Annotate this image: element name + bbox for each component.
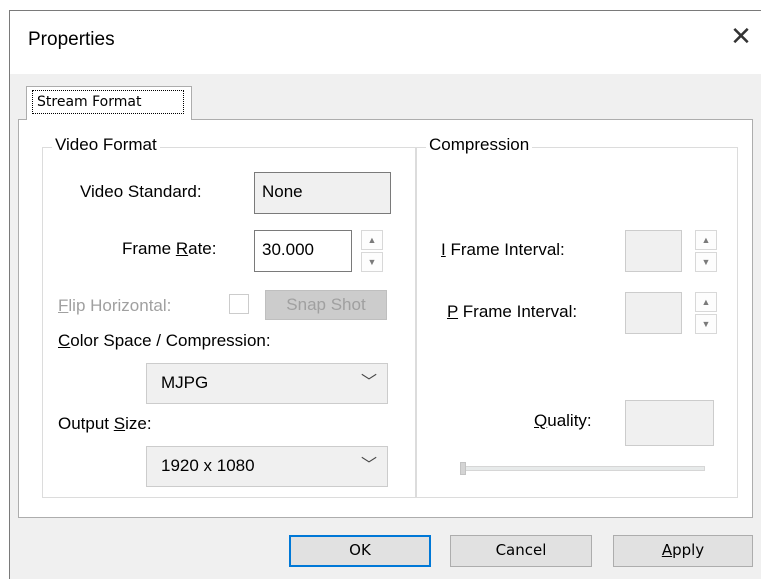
dialog-title: Properties <box>28 29 115 50</box>
spin-up-icon[interactable]: ▲ <box>695 230 717 250</box>
p-frame-interval-spinner[interactable]: ▲ ▼ <box>695 292 717 334</box>
quality-label: Quality: <box>534 411 592 430</box>
color-space-select[interactable]: MJPG ﹀ <box>146 363 388 404</box>
spin-up-icon[interactable]: ▲ <box>695 292 717 312</box>
frame-rate-spinner[interactable]: ▲ ▼ <box>361 230 383 272</box>
output-size-label: Output Size: <box>58 414 152 433</box>
ok-button[interactable]: OK <box>289 535 431 567</box>
apply-button[interactable]: Apply <box>613 535 753 567</box>
flip-horizontal-label: Flip Horizontal: <box>58 296 172 315</box>
frame-rate-label: Frame Rate: <box>122 239 217 258</box>
spin-down-icon[interactable]: ▼ <box>695 314 717 334</box>
tab-panel: Video Format Video Standard: None Frame … <box>18 119 753 518</box>
frame-rate-input[interactable]: 30.000 <box>254 230 352 272</box>
flip-horizontal-checkbox[interactable] <box>229 294 249 314</box>
video-format-group-label: Video Format <box>52 135 160 155</box>
close-icon[interactable]: ✕ <box>727 22 755 50</box>
spin-up-icon[interactable]: ▲ <box>361 230 383 250</box>
cancel-button[interactable]: Cancel <box>450 535 592 567</box>
chevron-down-icon: ﹀ <box>360 457 377 474</box>
video-standard-label: Video Standard: <box>80 182 202 201</box>
output-size-select[interactable]: 1920 x 1080 ﹀ <box>146 446 388 487</box>
quality-input[interactable] <box>625 400 714 446</box>
spin-down-icon[interactable]: ▼ <box>361 252 383 272</box>
color-space-value: MJPG <box>161 373 209 392</box>
quality-slider-thumb[interactable] <box>460 462 466 475</box>
i-frame-interval-input[interactable] <box>625 230 682 272</box>
snap-shot-button[interactable]: Snap Shot <box>265 290 387 320</box>
p-frame-interval-label: P Frame Interval: <box>447 302 578 321</box>
output-size-value: 1920 x 1080 <box>161 456 255 475</box>
tab-label: Stream Format <box>32 90 184 114</box>
color-space-label: Color Space / Compression: <box>58 331 271 350</box>
i-frame-interval-spinner[interactable]: ▲ ▼ <box>695 230 717 272</box>
video-standard-field: None <box>254 172 391 214</box>
p-frame-interval-input[interactable] <box>625 292 682 334</box>
chevron-down-icon: ﹀ <box>360 374 377 391</box>
tab-stream-format[interactable]: Stream Format <box>26 86 192 120</box>
i-frame-interval-label: I Frame Interval: <box>441 240 565 259</box>
compression-group-label: Compression <box>426 135 533 155</box>
spin-down-icon[interactable]: ▼ <box>695 252 717 272</box>
quality-slider-track[interactable] <box>460 466 705 471</box>
